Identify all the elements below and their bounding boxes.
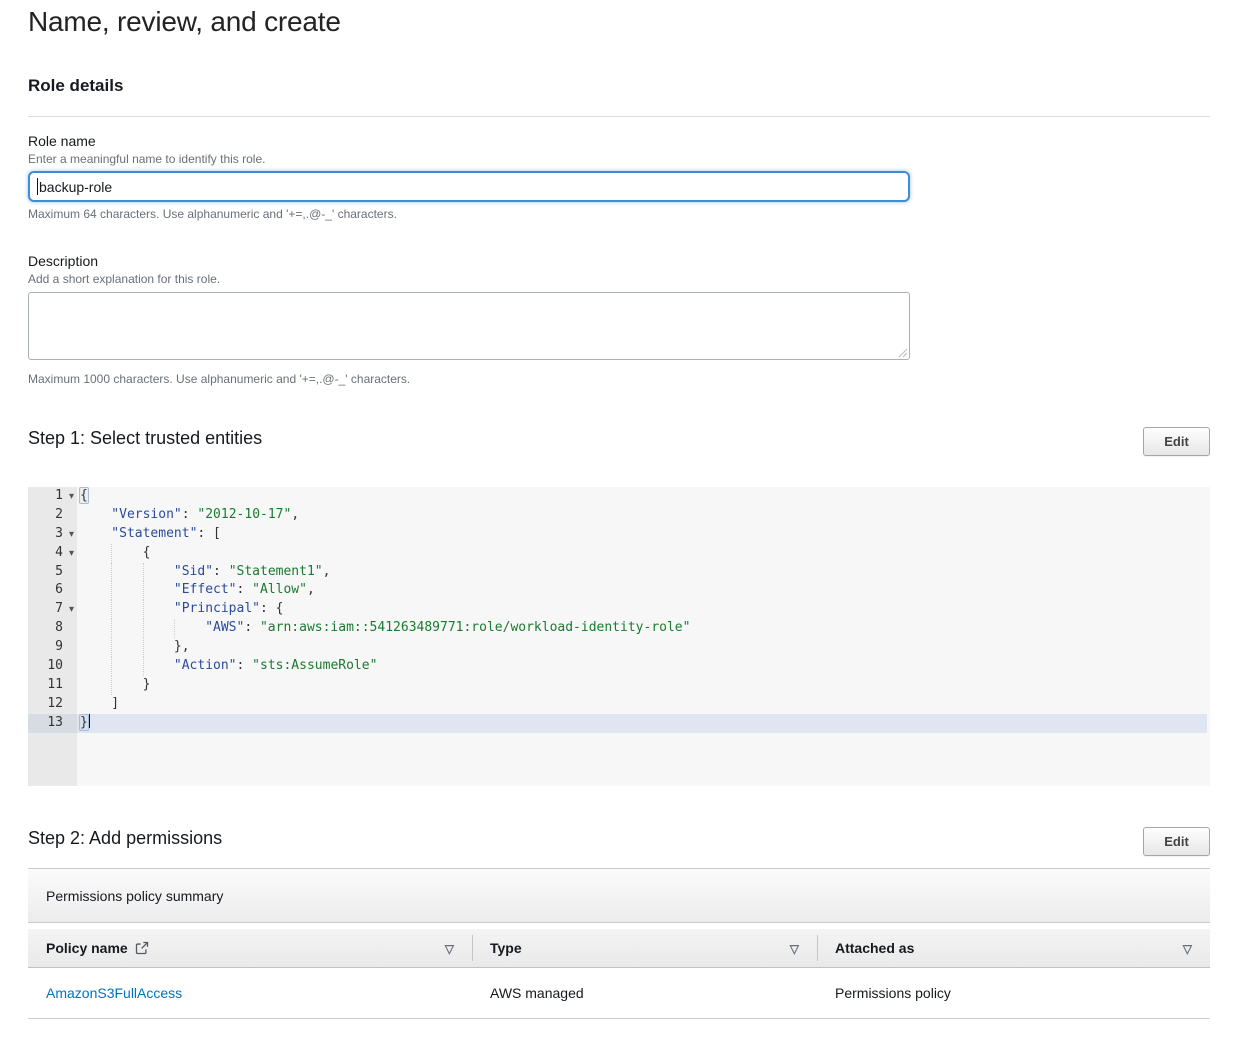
page-title: Name, review, and create [28, 6, 341, 38]
role-name-hint: Enter a meaningful name to identify this… [28, 152, 265, 166]
filter-icon[interactable] [790, 941, 799, 955]
column-header-type[interactable]: Type [472, 929, 817, 967]
code-line: "Effect": "Allow", [80, 581, 1210, 600]
column-header-attached-as[interactable]: Attached as [817, 929, 1210, 967]
trust-policy-editor[interactable]: 12345678910111213 {"Version": "2012-10-1… [28, 487, 1210, 786]
line-number: 1 [28, 487, 77, 506]
line-number: 7 [28, 600, 77, 619]
resize-handle-icon[interactable] [898, 348, 908, 358]
line-number: 10 [28, 657, 77, 676]
text-cursor [89, 714, 90, 728]
line-number: 12 [28, 695, 77, 714]
line-number: 6 [28, 581, 77, 600]
divider [28, 116, 1210, 117]
code-line: "Principal": { [80, 600, 1210, 619]
code-line: "Action": "sts:AssumeRole" [80, 657, 1210, 676]
code-line: }, [80, 638, 1210, 657]
policy-name-cell: AmazonS3FullAccess [28, 968, 472, 1018]
role-name-constraint: Maximum 64 characters. Use alphanumeric … [28, 207, 397, 221]
code-line: } [80, 676, 1210, 695]
permissions-table-header: Policy name Type Attached as [28, 929, 1210, 968]
code-line: "AWS": "arn:aws:iam::541263489771:role/w… [80, 619, 1210, 638]
edit-permissions-button[interactable]: Edit [1143, 827, 1210, 856]
role-name-input[interactable] [28, 171, 910, 202]
editor-gutter: 12345678910111213 [28, 487, 77, 786]
filter-icon[interactable] [1183, 941, 1192, 955]
description-constraint: Maximum 1000 characters. Use alphanumeri… [28, 372, 410, 386]
code-line: { [80, 544, 1210, 563]
line-number: 8 [28, 619, 77, 638]
fold-caret-icon[interactable] [69, 487, 74, 507]
step2-heading: Step 2: Add permissions [28, 828, 222, 849]
line-number: 9 [28, 638, 77, 657]
line-number: 5 [28, 563, 77, 582]
external-link-icon [135, 941, 149, 955]
line-number: 3 [28, 525, 77, 544]
role-name-label: Role name [28, 133, 96, 149]
line-number: 13 [28, 714, 77, 733]
policy-type-cell: AWS managed [472, 968, 817, 1018]
description-label: Description [28, 253, 98, 269]
code-line: "Sid": "Statement1", [80, 563, 1210, 582]
policy-name-link[interactable]: AmazonS3FullAccess [46, 985, 182, 1001]
code-line: "Statement": [ [80, 525, 1210, 544]
column-header-policy-name[interactable]: Policy name [28, 929, 472, 967]
filter-icon[interactable] [445, 941, 454, 955]
line-number: 2 [28, 506, 77, 525]
fold-caret-icon[interactable] [69, 544, 74, 564]
step1-heading: Step 1: Select trusted entities [28, 428, 262, 449]
table-row: AmazonS3FullAccess AWS managed Permissio… [28, 968, 1210, 1019]
attached-as-cell: Permissions policy [817, 968, 1210, 1018]
code-line: "Version": "2012-10-17", [80, 506, 1210, 525]
description-textarea[interactable] [28, 292, 910, 360]
description-hint: Add a short explanation for this role. [28, 272, 220, 286]
role-name-input-wrap [28, 171, 910, 202]
code-line: ] [80, 695, 1210, 714]
iam-create-role-review-page: Name, review, and create Role details Ro… [0, 0, 1242, 1037]
fold-caret-icon[interactable] [69, 600, 74, 620]
code-line: } [77, 714, 1207, 733]
editor-lines[interactable]: {"Version": "2012-10-17","Statement": [{… [77, 487, 1210, 786]
text-caret [37, 178, 38, 195]
code-line: { [80, 487, 1210, 506]
permissions-summary-title: Permissions policy summary [46, 888, 223, 904]
line-number: 11 [28, 676, 77, 695]
permissions-summary-header: Permissions policy summary [28, 868, 1210, 923]
fold-caret-icon[interactable] [69, 525, 74, 545]
edit-trusted-entities-button[interactable]: Edit [1143, 427, 1210, 456]
line-number: 4 [28, 544, 77, 563]
role-details-heading: Role details [28, 76, 123, 96]
